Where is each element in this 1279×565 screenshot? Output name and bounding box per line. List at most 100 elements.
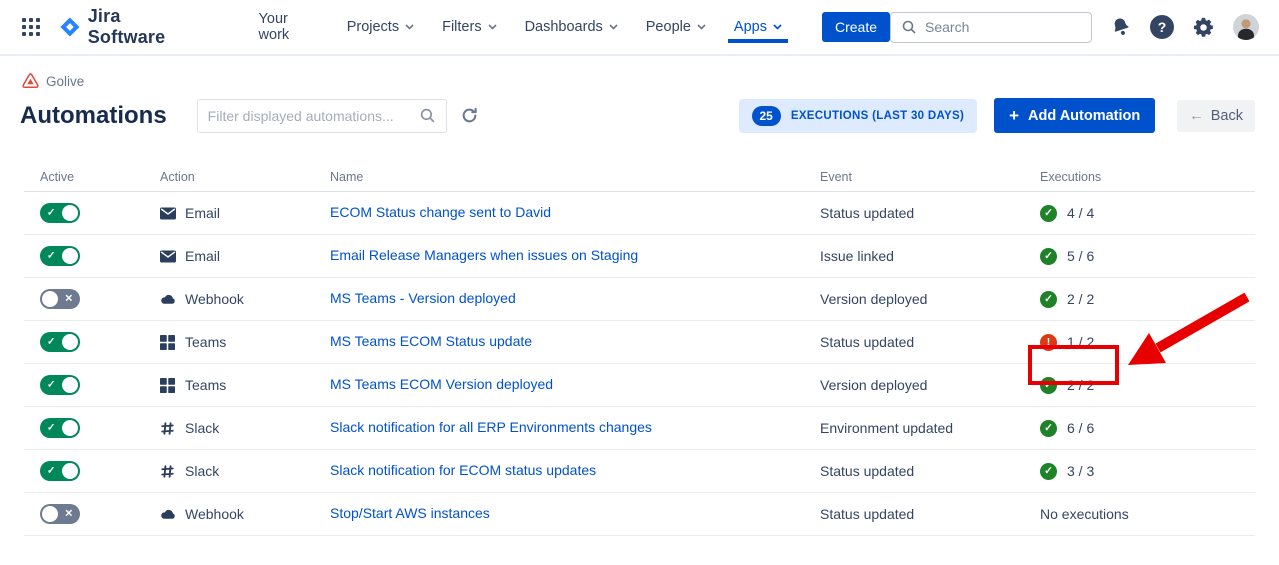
brand-name: Jira Software <box>88 6 203 48</box>
active-toggle[interactable]: ✓ <box>40 461 80 481</box>
automation-name-link[interactable]: Slack notification for ECOM status updat… <box>330 462 596 478</box>
executions-count: 25 <box>752 106 781 126</box>
success-check-icon: ✓ <box>1040 248 1057 265</box>
chevron-down-icon <box>488 24 497 30</box>
breadcrumb[interactable]: Golive <box>22 73 84 89</box>
active-toggle[interactable]: ✓ <box>40 246 80 266</box>
event-label: Version deployed <box>820 291 1040 307</box>
table-row: ✓ Email ECOM Status change sent to David… <box>24 192 1255 235</box>
search-input[interactable] <box>925 19 1081 35</box>
email-icon <box>160 207 176 220</box>
table-row: ✕ Webhook Stop/Start AWS instances Statu… <box>24 493 1255 536</box>
column-header-executions: Executions <box>1040 170 1255 184</box>
nav-item-dashboards[interactable]: Dashboards <box>511 11 632 43</box>
refresh-icon[interactable] <box>461 107 478 124</box>
automation-name-link[interactable]: MS Teams - Version deployed <box>330 290 516 306</box>
automation-name-link[interactable]: Email Release Managers when issues on St… <box>330 247 638 263</box>
breadcrumb-label: Golive <box>46 74 84 89</box>
success-check-icon: ✓ <box>1040 463 1057 480</box>
table-row: ✓ Slack Slack notification for all ERP E… <box>24 407 1255 450</box>
executions-value: 6 / 6 <box>1067 420 1094 436</box>
nav-item-filters[interactable]: Filters <box>428 11 510 43</box>
executions-value: 5 / 6 <box>1067 248 1094 264</box>
nav-item-people[interactable]: People <box>632 11 720 43</box>
event-label: Issue linked <box>820 248 1040 264</box>
event-label: Version deployed <box>820 377 1040 393</box>
event-label: Environment updated <box>820 420 1040 436</box>
teams-icon <box>160 378 176 393</box>
success-check-icon: ✓ <box>1040 205 1057 222</box>
automation-name-link[interactable]: ECOM Status change sent to David <box>330 204 551 220</box>
app-switcher-icon[interactable] <box>22 18 41 37</box>
main-nav: Your work Projects Filters Dashboards Pe… <box>245 11 796 43</box>
automations-table: Active Action Name Event Executions ✓ Em… <box>24 170 1255 536</box>
table-row: ✕ Webhook MS Teams - Version deployed Ve… <box>24 278 1255 321</box>
success-check-icon: ✓ <box>1040 420 1057 437</box>
user-avatar[interactable] <box>1233 14 1259 40</box>
left-arrow-icon: ← <box>1189 108 1204 124</box>
nav-item-apps[interactable]: Apps <box>720 11 796 43</box>
active-toggle[interactable]: ✓ <box>40 203 80 223</box>
teams-icon <box>160 335 176 350</box>
top-navigation: Jira Software Your work Projects Filters… <box>0 0 1279 56</box>
chevron-down-icon <box>697 24 706 30</box>
active-toggle[interactable]: ✓ <box>40 375 80 395</box>
active-toggle[interactable]: ✓ <box>40 418 80 438</box>
automation-name-link[interactable]: Slack notification for all ERP Environme… <box>330 419 652 435</box>
filter-field <box>197 99 447 133</box>
column-header-action: Action <box>160 170 330 184</box>
executions-value: 2 / 2 <box>1067 377 1094 393</box>
chevron-down-icon <box>405 24 414 30</box>
table-row: ✓ Teams MS Teams ECOM Status update Stat… <box>24 321 1255 364</box>
active-toggle[interactable]: ✕ <box>40 504 80 524</box>
table-row: ✓ Email Email Release Managers when issu… <box>24 235 1255 278</box>
global-search <box>890 12 1092 43</box>
search-icon <box>901 19 917 35</box>
jira-diamond-icon <box>59 16 81 38</box>
column-header-name: Name <box>330 170 820 184</box>
notifications-bell-icon[interactable] <box>1110 16 1132 38</box>
create-button[interactable]: Create <box>822 12 890 42</box>
executions-badge[interactable]: 25 EXECUTIONS (LAST 30 DAYS) <box>739 99 978 133</box>
event-label: Status updated <box>820 334 1040 350</box>
executions-label: EXECUTIONS (LAST 30 DAYS) <box>791 110 964 122</box>
page-title: Automations <box>20 102 167 130</box>
chevron-down-icon <box>609 24 618 30</box>
active-toggle[interactable]: ✕ <box>40 289 80 309</box>
column-header-event: Event <box>820 170 1040 184</box>
success-check-icon: ✓ <box>1040 291 1057 308</box>
automation-name-link[interactable]: MS Teams ECOM Version deployed <box>330 376 553 392</box>
golive-logo-icon <box>22 73 39 89</box>
event-label: Status updated <box>820 463 1040 479</box>
filter-input[interactable] <box>208 108 419 124</box>
table-row: ✓ Slack Slack notification for ECOM stat… <box>24 450 1255 493</box>
nav-item-your-work[interactable]: Your work <box>245 11 333 43</box>
automation-name-link[interactable]: MS Teams ECOM Status update <box>330 333 532 349</box>
add-automation-button[interactable]: + Add Automation <box>994 98 1155 133</box>
webhook-icon <box>160 508 176 521</box>
nav-item-projects[interactable]: Projects <box>333 11 428 43</box>
jira-logo[interactable]: Jira Software <box>59 6 203 48</box>
table-header: Active Action Name Event Executions <box>24 170 1255 192</box>
search-icon <box>419 107 436 124</box>
webhook-icon <box>160 293 176 306</box>
event-label: Status updated <box>820 205 1040 221</box>
plus-icon: + <box>1009 107 1019 124</box>
executions-value: 3 / 3 <box>1067 463 1094 479</box>
executions-value: 1 / 2 <box>1067 334 1094 350</box>
active-toggle[interactable]: ✓ <box>40 332 80 352</box>
column-header-active: Active <box>40 170 160 184</box>
help-icon[interactable]: ? <box>1150 15 1174 39</box>
error-icon: ! <box>1040 334 1057 351</box>
automation-name-link[interactable]: Stop/Start AWS instances <box>330 505 490 521</box>
table-row: ✓ Teams MS Teams ECOM Version deployed V… <box>24 364 1255 407</box>
chevron-down-icon <box>773 24 782 30</box>
success-check-icon: ✓ <box>1040 377 1057 394</box>
email-icon <box>160 250 176 263</box>
executions-value: 2 / 2 <box>1067 291 1094 307</box>
slack-icon <box>160 421 176 436</box>
settings-gear-icon[interactable] <box>1192 16 1215 39</box>
executions-value: No executions <box>1040 506 1129 522</box>
slack-icon <box>160 464 176 479</box>
back-button[interactable]: ← Back <box>1177 100 1255 132</box>
